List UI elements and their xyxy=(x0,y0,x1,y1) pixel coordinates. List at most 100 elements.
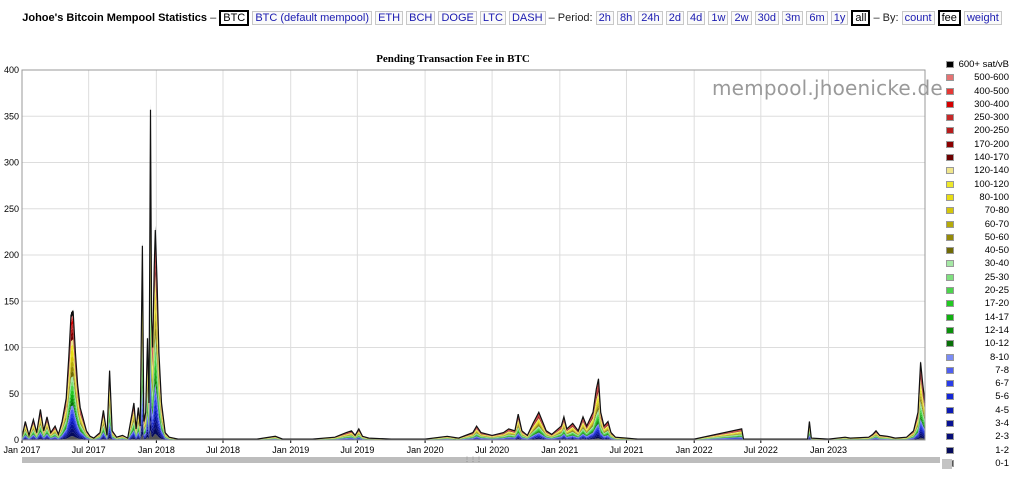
legend-label: 17-20 xyxy=(984,298,1009,310)
legend-swatch xyxy=(946,313,954,321)
legend-swatch xyxy=(946,207,954,215)
legend-item[interactable]: 70-80 xyxy=(942,204,1024,217)
period-link-2d[interactable]: 2d xyxy=(665,11,684,25)
period-link-6m[interactable]: 6m xyxy=(806,11,828,25)
coin-link-btc[interactable]: BTC xyxy=(219,10,250,26)
legend-label: 140-170 xyxy=(974,152,1009,164)
period-link-1y[interactable]: 1y xyxy=(830,11,849,25)
x-tick-label: Jul 2019 xyxy=(340,445,374,455)
period-link-30d[interactable]: 30d xyxy=(754,11,779,25)
legend-item[interactable]: 40-50 xyxy=(942,244,1024,257)
legend-item[interactable]: 100-120 xyxy=(942,178,1024,191)
y-tick-label: 400 xyxy=(4,65,19,75)
legend-item[interactable]: 250-300 xyxy=(942,111,1024,124)
legend-item[interactable]: 8-10 xyxy=(942,351,1024,364)
legend-item[interactable]: 20-25 xyxy=(942,284,1024,297)
legend-item[interactable]: 5-6 xyxy=(942,390,1024,403)
coin-link-doge[interactable]: DOGE xyxy=(438,11,477,25)
legend-label: 30-40 xyxy=(984,258,1009,270)
coin-link-btc-default-mempool[interactable]: BTC (default mempool) xyxy=(252,11,373,25)
legend-item[interactable]: 7-8 xyxy=(942,364,1024,377)
legend-item[interactable]: 60-70 xyxy=(942,218,1024,231)
legend-item[interactable]: 3-4 xyxy=(942,417,1024,430)
legend-swatch xyxy=(946,61,954,68)
y-tick-label: 350 xyxy=(4,111,19,121)
legend-item[interactable]: 2-3 xyxy=(942,430,1024,443)
period-link-8h[interactable]: 8h xyxy=(616,11,636,25)
legend-swatch xyxy=(946,366,954,374)
legend-item[interactable]: 400-500 xyxy=(942,85,1024,98)
legend-item[interactable]: 170-200 xyxy=(942,138,1024,151)
nav-separator: – xyxy=(210,12,217,24)
mode-link-count[interactable]: count xyxy=(901,11,935,25)
legend-item[interactable]: 30-40 xyxy=(942,257,1024,270)
x-tick-label: Jan 2020 xyxy=(407,445,444,455)
x-tick-label: Jan 2019 xyxy=(272,445,309,455)
legend-item[interactable]: 0-1 xyxy=(942,457,1024,470)
coin-link-dash[interactable]: DASH xyxy=(508,11,546,25)
x-tick-label: Jan 2017 xyxy=(3,445,40,455)
scrollbar-grip-icon[interactable]: ⋮⋮⋮ xyxy=(464,457,482,463)
legend-label: 3-4 xyxy=(995,418,1009,430)
legend-item[interactable]: 4-5 xyxy=(942,404,1024,417)
legend-label: 1-2 xyxy=(995,444,1009,456)
legend-item[interactable]: 500-600 xyxy=(942,71,1024,84)
period-link-4d[interactable]: 4d xyxy=(687,11,706,25)
legend-item[interactable]: 14-17 xyxy=(942,311,1024,324)
top-nav: Johoe's Bitcoin Mempool Statistics – BTC… xyxy=(0,10,1024,26)
legend-item[interactable]: 200-250 xyxy=(942,124,1024,137)
legend-label: 40-50 xyxy=(984,245,1009,257)
period-link-1w[interactable]: 1w xyxy=(708,11,729,25)
legend-item[interactable]: 300-400 xyxy=(942,98,1024,111)
legend-swatch xyxy=(946,353,954,361)
x-tick-label: Jul 2018 xyxy=(206,445,240,455)
y-tick-label: 50 xyxy=(9,389,19,399)
legend-swatch xyxy=(946,167,954,175)
legend-item[interactable]: 6-7 xyxy=(942,377,1024,390)
period-link-2w[interactable]: 2w xyxy=(731,11,752,25)
stacked-areas xyxy=(21,103,926,440)
legend-label: 100-120 xyxy=(974,178,1009,190)
legend-label: 500-600 xyxy=(974,72,1009,84)
legend-label: 6-7 xyxy=(995,378,1009,390)
legend-item[interactable]: 25-30 xyxy=(942,271,1024,284)
x-tick-label: Jul 2017 xyxy=(72,445,106,455)
legend-item[interactable]: 140-170 xyxy=(942,151,1024,164)
legend-label: 50-60 xyxy=(984,231,1009,243)
period-link-all[interactable]: all xyxy=(851,10,871,26)
legend-item[interactable]: 1-2 xyxy=(942,444,1024,457)
legend-item[interactable]: 120-140 xyxy=(942,164,1024,177)
by-label: – By: xyxy=(873,12,899,24)
mode-selector: count fee weight xyxy=(901,10,1002,26)
mode-link-fee[interactable]: fee xyxy=(937,10,961,26)
legend-item[interactable]: 10-12 xyxy=(942,337,1024,350)
period-link-2h[interactable]: 2h xyxy=(595,11,614,25)
legend-label: 5-6 xyxy=(995,391,1009,403)
coin-link-bch[interactable]: BCH xyxy=(406,11,436,25)
legend-swatch xyxy=(946,446,954,454)
site-title: Johoe's Bitcoin Mempool Statistics xyxy=(22,12,207,24)
legend-label: 8-10 xyxy=(989,351,1009,363)
coin-link-ltc[interactable]: LTC xyxy=(479,11,506,25)
legend-label: 250-300 xyxy=(974,112,1009,124)
legend-item[interactable]: 600+ sat/vB xyxy=(942,58,1024,71)
legend-swatch xyxy=(946,114,954,122)
period-link-24h[interactable]: 24h xyxy=(638,11,663,25)
scroll-corner xyxy=(942,459,952,469)
legend-label: 4-5 xyxy=(995,404,1009,416)
legend-item[interactable]: 12-14 xyxy=(942,324,1024,337)
legend-label: 400-500 xyxy=(974,85,1009,97)
legend-label: 20-25 xyxy=(984,285,1009,297)
legend-item[interactable]: 80-100 xyxy=(942,191,1024,204)
legend-item[interactable]: 50-60 xyxy=(942,231,1024,244)
legend-swatch xyxy=(946,420,954,428)
y-tick-label: 200 xyxy=(4,250,19,260)
legend-label: 200-250 xyxy=(974,125,1009,137)
coin-link-eth[interactable]: ETH xyxy=(375,11,404,25)
mode-link-weight[interactable]: weight xyxy=(963,11,1002,25)
x-tick-label: Jan 2023 xyxy=(810,445,847,455)
period-link-3m[interactable]: 3m xyxy=(782,11,804,25)
legend-label: 25-30 xyxy=(984,271,1009,283)
chart-title: Pending Transaction Fee in BTC xyxy=(376,53,530,65)
legend-item[interactable]: 17-20 xyxy=(942,297,1024,310)
